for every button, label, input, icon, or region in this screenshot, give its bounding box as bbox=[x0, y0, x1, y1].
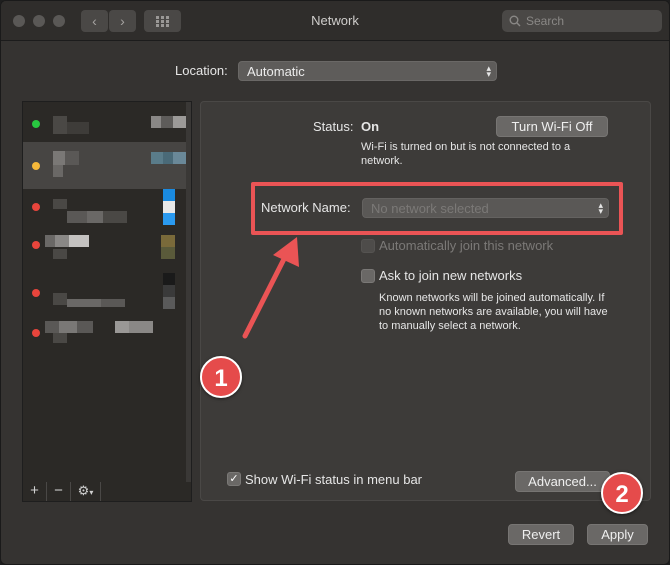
step-2-badge: 2 bbox=[601, 472, 643, 514]
network-preferences-window: ‹ › Network Search Location: Automatic ▴… bbox=[0, 0, 670, 565]
arrow-annotation bbox=[242, 237, 299, 339]
step-1-badge: 1 bbox=[200, 356, 242, 398]
